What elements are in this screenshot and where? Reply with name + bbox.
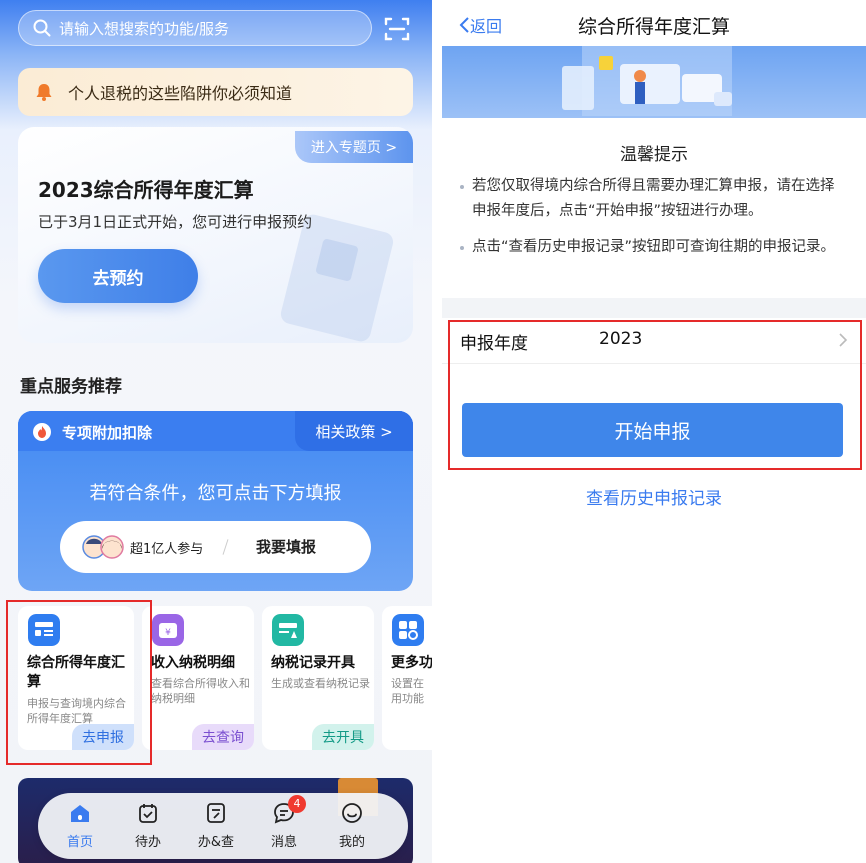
tips-title: 温馨提示 (620, 145, 688, 165)
promo-title: 2023综合所得年度汇算 (38, 178, 254, 202)
reserve-button[interactable]: 去预约 (38, 249, 198, 303)
service-name: 更多功 (391, 655, 432, 671)
search-placeholder: 请输入想搜索的功能/服务 (59, 19, 230, 38)
scan-icon[interactable] (384, 16, 410, 42)
tab-messages[interactable]: 4 消息 (254, 795, 314, 851)
nav-bar: 返回 综合所得年度汇算 (442, 0, 866, 46)
section-title: 重点服务推荐 (20, 377, 122, 397)
participant-count: 超1亿人参与 (130, 542, 204, 557)
page-title: 综合所得年度汇算 (577, 16, 730, 38)
home-icon (71, 805, 89, 822)
avatar-icon (82, 535, 124, 559)
query-button[interactable]: 去查询 (192, 724, 254, 750)
tax-record-icon (272, 614, 304, 646)
service-description: 生成或查看纳税记录 (271, 677, 370, 690)
service-tile-more[interactable]: 更多功 设置在 用功能 (382, 606, 432, 750)
home-screen: 请输入想搜索的功能/服务 个人退税的这些陷阱你必须知道 进入专题页 > 2023… (0, 0, 432, 863)
card-title: 专项附加扣除 (62, 424, 153, 442)
handle-query-icon (207, 803, 225, 823)
tab-profile[interactable]: 我的 (322, 801, 382, 851)
fill-in-pill[interactable]: 超1亿人参与 我要填报 (60, 521, 371, 573)
section-gap (442, 298, 866, 318)
service-tile-income-detail[interactable]: ¥ 收入纳税明细 查看综合所得收入和 纳税明细 去查询 (142, 606, 254, 750)
highlight-box (6, 600, 152, 765)
todo-icon (139, 804, 157, 823)
tip-item: 若您仅取得境内综合所得且需要办理汇算申报，请在选择申报年度后，点击“开始申报”按… (460, 174, 842, 224)
wallet-icon: ¥ (152, 614, 184, 646)
highlight-box (448, 320, 862, 470)
notice-text: 个人退税的这些陷阱你必须知道 (68, 84, 293, 103)
illustration-graphic (562, 46, 732, 116)
promo-subtitle: 已于3月1日正式开始，您可进行申报预约 (38, 213, 313, 231)
card-description: 若符合条件，您可点击下方填报 (89, 483, 342, 504)
service-description: 查看综合所得收入和 纳税明细 (151, 677, 250, 705)
service-name: 纳税记录开具 (271, 655, 355, 671)
search-input[interactable]: 请输入想搜索的功能/服务 (18, 10, 372, 46)
special-deduction-card: 专项附加扣除 相关政策 > 若符合条件，您可点击下方填报 超1亿人参与 我要填报 (18, 411, 413, 591)
flame-icon (33, 423, 51, 441)
service-name: 收入纳税明细 (151, 655, 235, 671)
issue-button[interactable]: 去开具 (312, 724, 374, 750)
unread-badge: 4 (288, 795, 306, 813)
related-policy-link[interactable]: 相关政策 > (295, 411, 413, 451)
profile-icon (342, 803, 362, 823)
notice-banner[interactable]: 个人退税的这些陷阱你必须知道 (18, 68, 413, 116)
annual-settlement-screen: 返回 综合所得年度汇算 温馨提示 若您仅取得境内综合所得且需要办理汇算申报，请在… (442, 0, 866, 863)
tab-handle-query[interactable]: 办&查 (186, 801, 246, 851)
service-description: 设置在 用功能 (391, 677, 424, 705)
view-history-link[interactable]: 查看历史申报记录 (442, 484, 866, 509)
more-grid-icon (392, 614, 424, 646)
annual-settlement-promo: 进入专题页 > 2023综合所得年度汇算 已于3月1日正式开始，您可进行申报预约… (18, 127, 413, 343)
topic-page-link[interactable]: 进入专题页 > (295, 131, 413, 163)
bell-icon (36, 84, 52, 101)
service-tile-tax-record[interactable]: 纳税记录开具 生成或查看纳税记录 去开具 (262, 606, 374, 750)
bottom-tab-bar: 首页 待办 办&查 4 消息 我的 (38, 793, 408, 859)
svg-text:¥: ¥ (165, 628, 171, 638)
tab-home[interactable]: 首页 (50, 801, 110, 851)
search-icon (33, 19, 51, 37)
tip-item: 点击“查看历史申报记录”按钮即可查询往期的申报记录。 (460, 235, 842, 260)
hero-illustration (442, 46, 866, 118)
tab-todo[interactable]: 待办 (118, 801, 178, 851)
pill-divider (222, 539, 229, 555)
fill-in-button[interactable]: 我要填报 (256, 536, 316, 557)
